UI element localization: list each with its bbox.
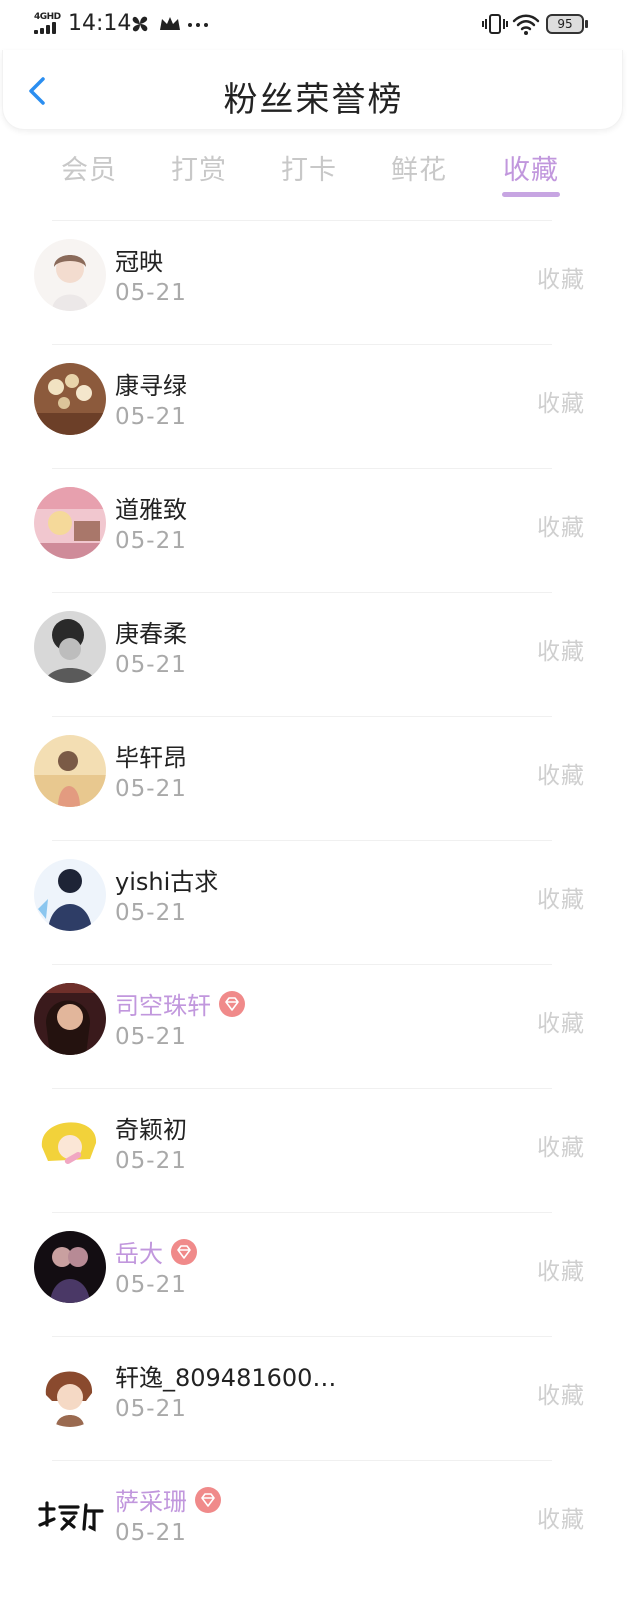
tab-flowers[interactable]: 鲜花: [364, 148, 474, 187]
avatar[interactable]: [34, 1355, 106, 1427]
list-item[interactable]: 轩逸_809481600… 05-21 收藏: [0, 1336, 621, 1460]
action-label: 收藏: [537, 887, 585, 913]
action-label: 收藏: [537, 391, 585, 417]
action-label: 收藏: [537, 639, 585, 665]
list-item[interactable]: 康寻绿 05-21 收藏: [0, 344, 621, 468]
fan-name: 冠映: [115, 248, 163, 276]
vibrate-icon: [482, 12, 508, 41]
avatar[interactable]: [34, 983, 106, 1055]
action-label: 收藏: [537, 763, 585, 789]
avatar[interactable]: [34, 859, 106, 931]
name-line: 道雅致: [115, 490, 187, 524]
action-label: 收藏: [537, 1135, 585, 1161]
name-line: 冠映: [115, 242, 163, 276]
divider: [52, 964, 552, 965]
avatar[interactable]: [34, 1479, 106, 1551]
divider: [52, 468, 552, 469]
more-icon: [186, 12, 210, 41]
fan-name: 司空珠轩: [115, 992, 211, 1020]
fan-date: 05-21: [115, 404, 187, 430]
divider: [52, 1212, 552, 1213]
name-line: yishi古求: [115, 862, 218, 896]
app-header: 粉丝荣誉榜: [2, 50, 623, 130]
fan-name: 轩逸_809481600…: [115, 1364, 337, 1392]
fan-name: yishi古求: [115, 868, 219, 896]
action-label: 收藏: [537, 267, 585, 293]
list-item[interactable]: yishi古求 05-21 收藏: [0, 840, 621, 964]
divider: [52, 344, 552, 345]
active-tab-indicator: [502, 192, 560, 197]
divider: [52, 716, 552, 717]
name-line: 萨采珊: [115, 1482, 221, 1516]
tab-rewards[interactable]: 打赏: [144, 148, 254, 187]
avatar[interactable]: [34, 1107, 106, 1179]
avatar[interactable]: [34, 611, 106, 683]
list-item[interactable]: 冠映 05-21 收藏: [0, 220, 621, 344]
tab-members[interactable]: 会员: [34, 148, 144, 187]
vip-diamond-icon: [219, 990, 245, 1017]
fan-date: 05-21: [115, 900, 187, 926]
avatar[interactable]: [34, 363, 106, 435]
status-time: 14:14: [68, 11, 132, 36]
fan-name: 奇颖初: [115, 1116, 187, 1144]
list-item[interactable]: 庚春柔 05-21 收藏: [0, 592, 621, 716]
fan-date: 05-21: [115, 1272, 187, 1298]
name-line: 司空珠轩: [115, 986, 245, 1020]
divider: [52, 840, 552, 841]
action-label: 收藏: [537, 1507, 585, 1533]
fan-name: 庚春柔: [115, 620, 187, 648]
fan-date: 05-21: [115, 652, 187, 678]
avatar[interactable]: [34, 1231, 106, 1303]
divider: [52, 1460, 552, 1461]
list-item[interactable]: 萨采珊 05-21 收藏: [0, 1460, 621, 1584]
tab-bar: 会员 打赏 打卡 鲜花 收藏: [0, 140, 621, 204]
avatar[interactable]: [34, 487, 106, 559]
list-item[interactable]: 道雅致 05-21 收藏: [0, 468, 621, 592]
fan-date: 05-21: [115, 1148, 187, 1174]
fan-name: 萨采珊: [115, 1488, 187, 1516]
vip-diamond-icon: [171, 1238, 197, 1265]
name-line: 康寻绿: [115, 366, 187, 400]
avatar[interactable]: [34, 239, 106, 311]
page-title: 粉丝荣誉榜: [223, 80, 404, 120]
divider: [52, 592, 552, 593]
battery-icon: 95: [546, 14, 588, 34]
divider: [52, 1336, 552, 1337]
fan-date: 05-21: [115, 1024, 187, 1050]
fan-name: 毕轩昂: [115, 744, 187, 772]
pinwheel-icon: [128, 12, 152, 41]
vip-diamond-icon: [195, 1486, 221, 1513]
fan-name: 岳大: [115, 1240, 163, 1268]
wifi-icon: [511, 12, 541, 41]
fan-date: 05-21: [115, 528, 187, 554]
list-item[interactable]: 奇颖初 05-21 收藏: [0, 1088, 621, 1212]
tab-checkin[interactable]: 打卡: [254, 148, 364, 187]
divider: [52, 1088, 552, 1089]
action-label: 收藏: [537, 1383, 585, 1409]
fan-date: 05-21: [115, 1396, 187, 1422]
divider: [52, 220, 552, 221]
crown-icon: [158, 12, 182, 41]
action-label: 收藏: [537, 1011, 585, 1037]
avatar[interactable]: [34, 735, 106, 807]
name-line: 毕轩昂: [115, 738, 187, 772]
fan-date: 05-21: [115, 1520, 187, 1546]
network-type: 4GHD: [34, 12, 61, 22]
action-label: 收藏: [537, 515, 585, 541]
fan-date: 05-21: [115, 280, 187, 306]
fan-name: 道雅致: [115, 496, 187, 524]
name-line: 岳大: [115, 1234, 197, 1268]
list-item[interactable]: 毕轩昂 05-21 收藏: [0, 716, 621, 840]
fan-name: 康寻绿: [115, 372, 187, 400]
action-label: 收藏: [537, 1259, 585, 1285]
list-item[interactable]: 岳大 05-21 收藏: [0, 1212, 621, 1336]
name-line: 庚春柔: [115, 614, 187, 648]
fan-date: 05-21: [115, 776, 187, 802]
status-bar: 4GHD 14:14 95: [0, 0, 640, 50]
tab-favorites[interactable]: 收藏: [476, 148, 586, 187]
network-signal-icon: 4GHD: [34, 12, 62, 34]
name-line: 轩逸_809481600…: [115, 1358, 336, 1392]
name-line: 奇颖初: [115, 1110, 187, 1144]
list-item[interactable]: 司空珠轩 05-21 收藏: [0, 964, 621, 1088]
